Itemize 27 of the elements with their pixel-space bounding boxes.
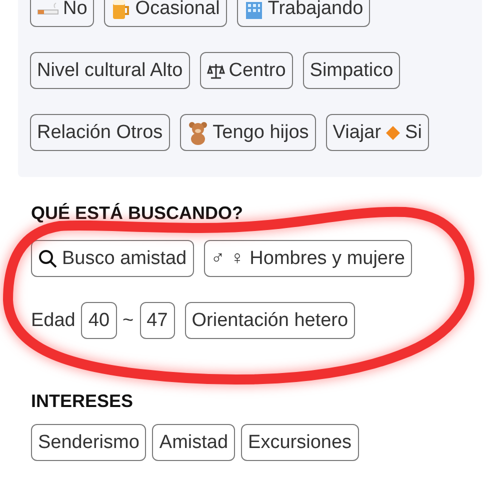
search-tag: ♂ ♀ Hombres y mujere: [204, 240, 412, 277]
age-min: 40: [81, 302, 117, 339]
diamond-icon: [385, 124, 402, 140]
age-label: Edad: [31, 310, 76, 332]
section-heading: QUÉ ESTÁ BUSCANDO?: [31, 203, 244, 223]
search-icon: [38, 248, 58, 268]
interest-tag: Excursiones: [241, 424, 359, 461]
interest-tag: Amistad: [152, 424, 236, 461]
search-tag: Busco amistad: [31, 240, 194, 277]
profile-tag: No: [30, 0, 94, 27]
teddy-bear-icon: [186, 120, 209, 144]
profile-tag: Centro: [200, 52, 293, 89]
age-max: 47: [140, 302, 175, 339]
beer-mug-icon: [111, 0, 132, 20]
profile-tag: Nivel cultural Alto: [30, 52, 190, 89]
building-icon: [244, 0, 264, 18]
profile-tag: Simpatico: [302, 52, 400, 89]
age-separator: ~: [122, 310, 134, 332]
profile-tag: Trabajando: [236, 0, 370, 27]
profile-tag: Relación Otros: [30, 114, 170, 151]
scales-icon: [206, 62, 225, 80]
orientation-tag: Orientación hetero: [184, 302, 356, 339]
profile-tag: Ocasional: [104, 0, 227, 27]
section-heading: INTERESES: [31, 391, 134, 412]
profile-tag: Tengo hijos: [180, 114, 316, 151]
interest-tag: Senderismo: [31, 424, 146, 461]
profile-tag: Viajar Si: [326, 114, 429, 151]
